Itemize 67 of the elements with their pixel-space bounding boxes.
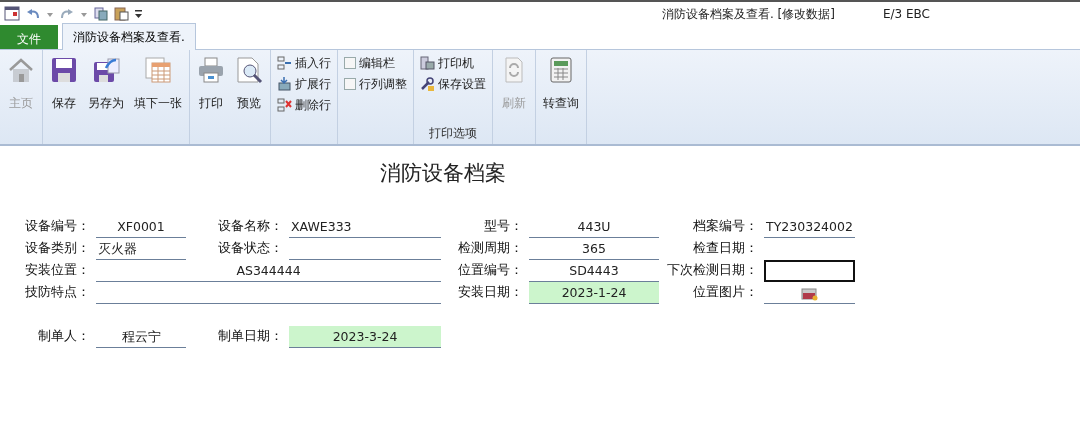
calculator-icon bbox=[547, 56, 575, 84]
app-name: E/3 EBC bbox=[882, 5, 930, 23]
field-label: 安装位置： bbox=[24, 261, 91, 280]
save-icon bbox=[50, 56, 78, 84]
input-field[interactable]: 443U bbox=[529, 215, 659, 238]
field-label: 位置编号： bbox=[457, 261, 524, 280]
input-field[interactable]: 程云宁 bbox=[96, 325, 186, 348]
input-field[interactable]: SD4443 bbox=[529, 259, 659, 282]
app-icon[interactable] bbox=[4, 6, 20, 21]
ribbon-button[interactable]: 插入行 bbox=[275, 54, 333, 72]
printer-icon bbox=[420, 56, 435, 70]
input-field[interactable] bbox=[764, 259, 855, 282]
checkbox[interactable]: 行列调整 bbox=[342, 75, 409, 93]
input-field[interactable]: TY230324002 bbox=[764, 215, 855, 238]
input-field[interactable]: 365 bbox=[529, 237, 659, 260]
field-label: 设备类别： bbox=[24, 239, 91, 258]
table-icon bbox=[144, 56, 172, 84]
ribbon-button[interactable]: 保存设置 bbox=[418, 75, 488, 93]
field-label: 设备状态： bbox=[217, 239, 284, 258]
delete-row-icon bbox=[277, 98, 292, 112]
field-label: 检查日期： bbox=[692, 239, 759, 258]
save-as-icon bbox=[92, 56, 120, 84]
ribbon-button[interactable]: 另存为 bbox=[85, 54, 127, 144]
field-label: 位置图片： bbox=[692, 283, 759, 302]
ribbon-tab[interactable]: 消防设备档案及查看. bbox=[62, 23, 196, 50]
input-field[interactable]: XAWE333 bbox=[289, 215, 441, 238]
expand-row-icon bbox=[277, 77, 292, 91]
paste-icon[interactable] bbox=[114, 6, 129, 21]
checkbox-box bbox=[344, 78, 356, 90]
preview-icon bbox=[235, 56, 263, 84]
ribbon-button[interactable]: 预览 bbox=[232, 54, 266, 144]
input-field[interactable]: AS344444 bbox=[96, 259, 441, 282]
field-label: 技防特点： bbox=[24, 283, 91, 302]
field-label: 档案编号： bbox=[692, 217, 759, 236]
input-field[interactable]: 2023-1-24 bbox=[529, 281, 659, 304]
field-label: 制单日期： bbox=[217, 327, 284, 346]
field-label: 设备名称： bbox=[217, 217, 284, 236]
form-title: 消防设备档案 bbox=[379, 160, 507, 187]
field-label: 安装日期： bbox=[457, 283, 524, 302]
field-label: 型号： bbox=[483, 217, 524, 236]
field-label: 下次检测日期： bbox=[666, 261, 759, 280]
ribbon-button[interactable]: 打印 bbox=[194, 54, 228, 144]
ribbon-button[interactable]: 删除行 bbox=[275, 96, 333, 114]
field-label: 检测周期： bbox=[457, 239, 524, 258]
copy-icon[interactable] bbox=[94, 6, 108, 21]
ribbon-button[interactable]: 填下一张 bbox=[131, 54, 185, 144]
ribbon-button[interactable]: 扩展行 bbox=[275, 75, 333, 93]
field-label: 设备编号： bbox=[24, 217, 91, 236]
input-field[interactable]: XF0001 bbox=[96, 215, 186, 238]
file-tab[interactable]: 文件 bbox=[0, 25, 58, 49]
customize-icon[interactable] bbox=[135, 8, 142, 19]
checkbox-box bbox=[344, 57, 356, 69]
ribbon-button[interactable]: 打印机 bbox=[418, 54, 488, 72]
field-label: 制单人： bbox=[37, 327, 91, 346]
insert-row-icon bbox=[277, 56, 292, 70]
group-label: 打印选项 bbox=[428, 125, 478, 142]
checkbox[interactable]: 编辑栏 bbox=[342, 54, 409, 72]
home-icon bbox=[7, 56, 35, 84]
input-field[interactable]: 灭火器 bbox=[96, 237, 186, 260]
printer-icon bbox=[197, 56, 225, 84]
undo-icon[interactable] bbox=[26, 7, 40, 20]
ribbon-button[interactable]: 转查询 bbox=[540, 54, 582, 144]
window-title: 消防设备档案及查看. [修改数据] bbox=[661, 5, 835, 23]
ribbon-button[interactable]: 保存 bbox=[47, 54, 81, 144]
redo-icon[interactable] bbox=[60, 7, 74, 20]
settings-icon bbox=[420, 77, 435, 91]
input-field[interactable]: 2023-3-24 bbox=[289, 325, 441, 348]
